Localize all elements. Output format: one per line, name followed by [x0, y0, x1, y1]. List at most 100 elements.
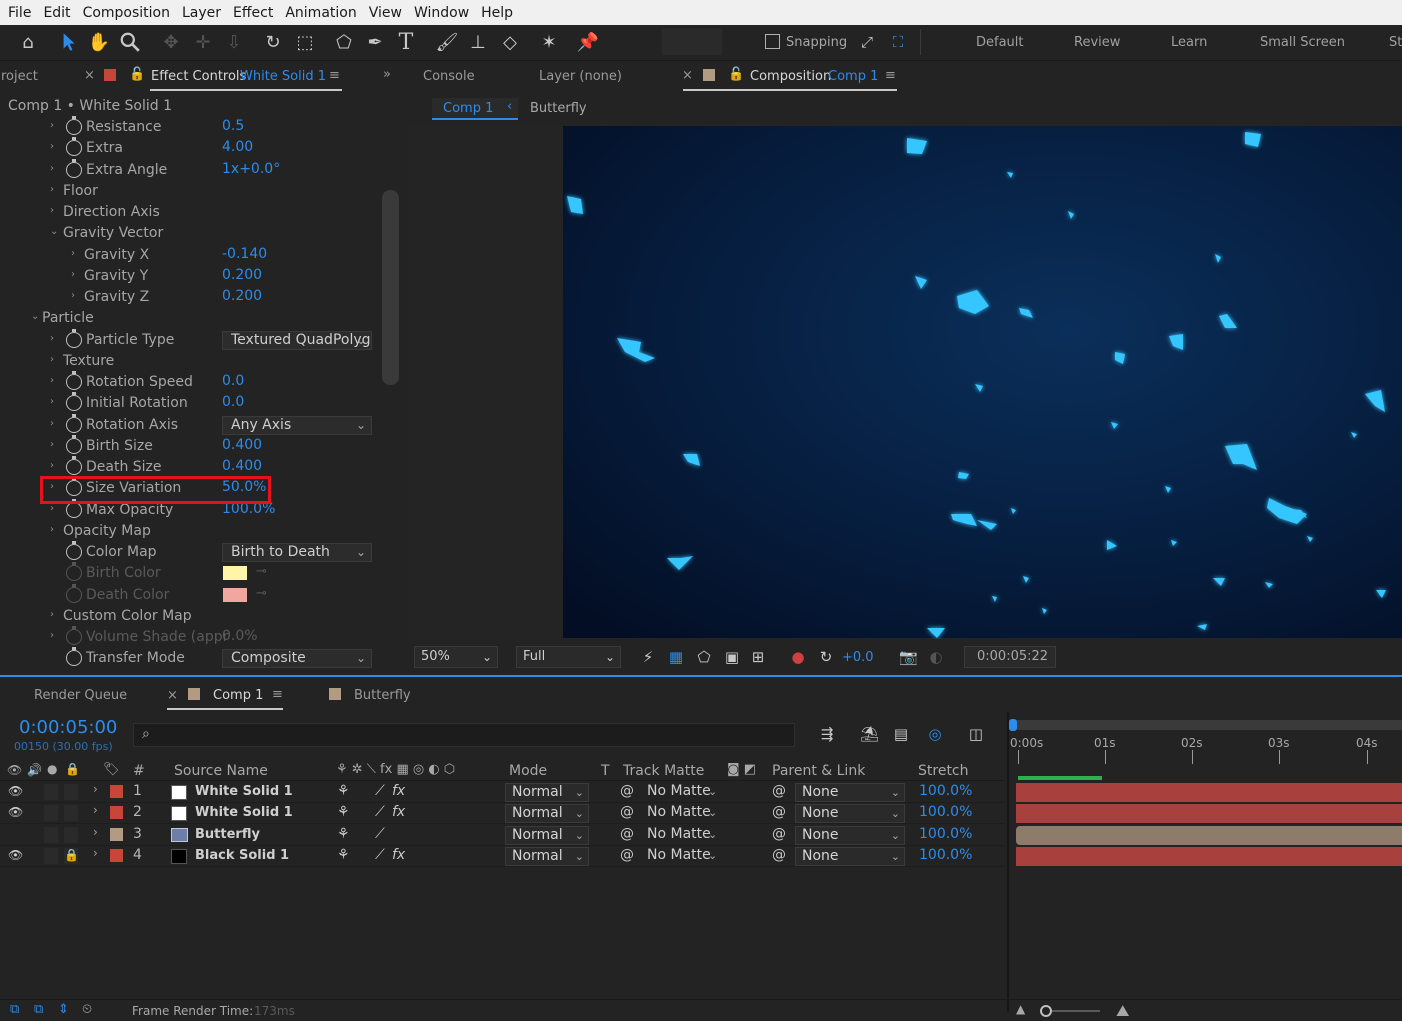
quality-switch-icon[interactable]: ⟋ — [375, 804, 385, 820]
twirl-closed-icon[interactable]: › — [50, 354, 54, 365]
effect-property-row[interactable]: › Volume Shade (appr 0.0% — [0, 626, 380, 649]
effect-property-row[interactable]: › Resistance 0.5 — [0, 116, 380, 139]
property-dropdown[interactable]: Textured QuadPolygon⌄ — [222, 330, 372, 350]
effect-property-row[interactable]: › Initial Rotation 0.0 — [0, 392, 380, 415]
pan-behind-icon[interactable]: ⬚ — [292, 29, 318, 55]
effect-property-row[interactable]: › Custom Color Map — [0, 607, 380, 628]
layer-row[interactable]: › 3 Butterfly ⚘ ⟋ Normal ⌄ @ No Matte ⌄ @ None ⌄ 100.… — [0, 825, 1005, 846]
snapshot-icon[interactable]: 📷 — [899, 648, 918, 666]
clone-stamp-icon[interactable]: ⊥ — [465, 29, 491, 55]
property-value[interactable]: 0.0 — [222, 373, 244, 389]
solo-toggle[interactable] — [44, 847, 58, 864]
twirl-closed-icon[interactable]: › — [50, 120, 54, 131]
stopwatch-icon[interactable] — [66, 413, 82, 433]
blend-mode-select[interactable]: Normal ⌄ — [505, 825, 589, 845]
tab-comp1[interactable]: Comp 1 — [213, 688, 263, 703]
layer-label-color[interactable] — [110, 848, 123, 862]
layer-duration-bar[interactable] — [1016, 825, 1402, 845]
effect-property-row[interactable]: › Opacity Map — [0, 522, 380, 543]
zoom-select[interactable]: 50% ⌄ — [414, 646, 498, 668]
snapping-checkbox[interactable] — [765, 34, 780, 49]
zoom-slider-handle[interactable] — [1040, 1005, 1052, 1017]
twirl-closed-icon[interactable]: › — [93, 782, 98, 796]
lock-toggle[interactable] — [64, 826, 78, 843]
draft-3d-icon[interactable]: ⛱ — [860, 725, 879, 743]
property-value[interactable]: 0.0 — [222, 394, 244, 410]
lock-toggle[interactable] — [64, 805, 78, 822]
menu-composition[interactable]: Composition — [77, 5, 176, 21]
parent-pickwhip-icon[interactable]: @ — [772, 847, 786, 863]
parent-pickwhip-icon[interactable]: @ — [772, 804, 786, 820]
parent-select[interactable]: None ⌄ — [795, 825, 905, 845]
blend-mode-select[interactable]: Normal ⌄ — [505, 783, 589, 802]
property-value[interactable]: 0.200 — [222, 267, 262, 283]
resolution-select[interactable]: Full ⌄ — [516, 646, 621, 668]
track-matte-select[interactable]: No Matte — [647, 783, 711, 799]
tab-composition-name[interactable]: Comp 1 — [828, 69, 878, 84]
tab-effect-controls[interactable]: Effect Controls — [151, 69, 246, 84]
layer-duration-bar[interactable] — [1016, 783, 1402, 802]
quality-switch-icon[interactable]: ⟋ — [375, 783, 385, 799]
track-matte-pickwhip-icon[interactable]: @ — [620, 783, 634, 799]
close-icon[interactable]: × — [84, 68, 95, 83]
effect-property-row[interactable]: › Floor — [0, 182, 380, 203]
workspace-default[interactable]: Default — [976, 35, 1024, 50]
effect-property-row[interactable]: ⌄ Particle — [0, 309, 380, 330]
shy-switch-icon[interactable]: ⚘ — [337, 847, 350, 863]
effect-property-row[interactable]: › Rotation Axis Any Axis ⌄ — [0, 413, 380, 437]
workspace-learn[interactable]: Learn — [1171, 35, 1207, 50]
eyedropper-icon[interactable]: ⊸ — [256, 564, 267, 579]
twirl-closed-icon[interactable]: › — [50, 418, 54, 429]
effect-fx-icon[interactable]: fx — [392, 783, 405, 799]
menu-effect[interactable]: Effect — [227, 5, 279, 21]
layer-search-input[interactable]: ⌕ — [133, 723, 795, 747]
stretch-value[interactable]: 100.0% — [919, 826, 972, 842]
zoom-in-icon[interactable]: ⛰ — [1116, 1001, 1129, 1021]
parent-select[interactable]: None ⌄ — [795, 783, 905, 802]
quality-switch-icon[interactable]: ⟋ — [375, 826, 385, 842]
viewer-area[interactable] — [407, 124, 1402, 639]
twirl-closed-icon[interactable]: › — [50, 524, 54, 535]
twirl-closed-icon[interactable]: › — [50, 163, 54, 174]
transfer-controls-toggle-icon[interactable]: ⧉ — [34, 1002, 43, 1017]
blend-mode-select[interactable]: Normal ⌄ — [505, 804, 589, 824]
brush-tool-icon[interactable]: 🖌 — [434, 29, 460, 55]
stopwatch-icon[interactable] — [66, 562, 82, 582]
property-dropdown[interactable]: Birth to Death ⌄ — [222, 543, 372, 562]
expand-panels-icon[interactable]: » — [383, 67, 391, 82]
twirl-closed-icon[interactable]: › — [50, 460, 54, 471]
layer-duration-bar[interactable] — [1016, 804, 1402, 824]
stopwatch-icon[interactable] — [66, 626, 82, 645]
hand-tool-icon[interactable]: ✋ — [86, 29, 112, 55]
eye-icon[interactable]: 👁 — [8, 805, 23, 819]
lock-toggle[interactable] — [64, 784, 78, 800]
layer-name[interactable]: Butterfly — [195, 827, 260, 842]
effect-property-row[interactable]: › Rotation Speed 0.0 — [0, 371, 380, 394]
menu-help[interactable]: Help — [475, 5, 519, 21]
close-icon[interactable]: × — [682, 68, 693, 83]
guides-icon[interactable]: ⊞ — [749, 648, 767, 666]
stopwatch-icon[interactable] — [66, 456, 82, 475]
menu-edit[interactable]: Edit — [37, 5, 76, 21]
track-matte-select[interactable]: No Matte — [647, 826, 711, 842]
menu-file[interactable]: File — [0, 5, 37, 21]
stopwatch-icon[interactable] — [66, 392, 82, 412]
zoom-out-icon[interactable]: ▲ — [1016, 1002, 1025, 1016]
layer-label-color[interactable] — [110, 785, 123, 798]
tab-composition[interactable]: Composition — [750, 69, 831, 84]
region-of-interest-icon[interactable]: ▣ — [723, 648, 741, 666]
stopwatch-icon[interactable] — [66, 116, 82, 135]
effect-fx-icon[interactable]: fx — [392, 804, 405, 820]
layer-label-color[interactable] — [110, 827, 123, 841]
effect-property-row[interactable]: › Gravity Z 0.200 — [0, 288, 380, 309]
current-time-display[interactable]: 0:00:05:00 — [19, 717, 117, 738]
color-channels-icon[interactable]: ● — [789, 648, 807, 666]
twirl-closed-icon[interactable]: › — [50, 396, 54, 407]
effect-property-row[interactable]: Transfer Mode Composite ⌄ — [0, 647, 380, 670]
track-matte-select[interactable]: No Matte — [647, 804, 711, 820]
effect-property-row[interactable]: Color Map Birth to Death ⌄ — [0, 541, 380, 564]
track-matte-pickwhip-icon[interactable]: @ — [620, 826, 634, 842]
panel-menu-icon[interactable]: ≡ — [272, 687, 283, 702]
solo-toggle[interactable] — [44, 826, 58, 843]
shy-switch-icon[interactable]: ⚘ — [337, 804, 350, 820]
